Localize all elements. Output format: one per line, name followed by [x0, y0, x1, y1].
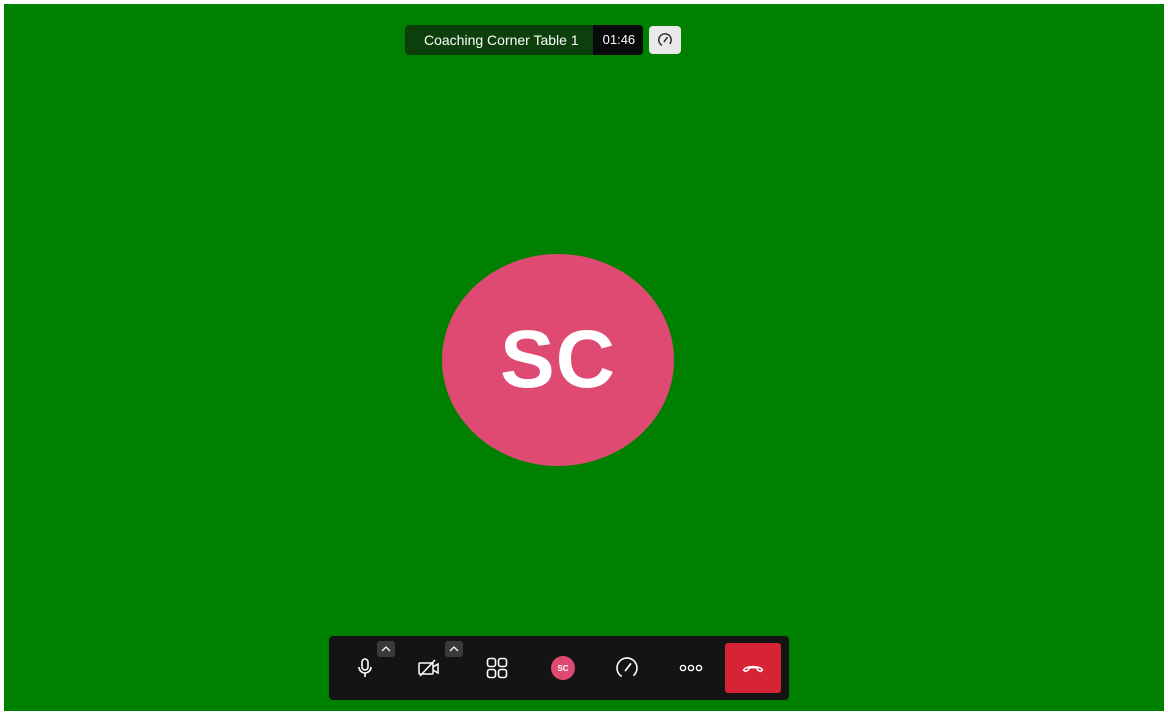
video-settings-caret[interactable]: [445, 641, 463, 657]
audio-settings-caret[interactable]: [377, 641, 395, 657]
self-avatar: SC: [551, 656, 575, 680]
chevron-up-icon: [449, 646, 459, 652]
speedometer-icon: [616, 657, 638, 679]
microphone-icon: [358, 658, 372, 677]
tile-view-icon: [486, 657, 508, 679]
meeting-name: Coaching Corner Table 1: [424, 32, 579, 48]
performance-settings-button[interactable]: [603, 644, 651, 692]
tile-view-button[interactable]: [473, 644, 521, 692]
connection-quality-button[interactable]: [649, 26, 682, 54]
more-options-icon: [679, 664, 703, 672]
self-avatar-initials: SC: [557, 663, 569, 673]
participant-avatar: SC: [442, 254, 674, 466]
profile-button[interactable]: SC: [539, 644, 587, 692]
meeting-info: Coaching Corner Table 1 01:46: [405, 25, 644, 55]
leave-meeting-button[interactable]: [725, 643, 781, 693]
more-options-button[interactable]: [667, 644, 715, 692]
call-toolbar: SC: [329, 636, 789, 700]
meeting-header: Coaching Corner Table 1 01:46: [405, 25, 682, 55]
speedometer-icon: [658, 33, 673, 47]
camera-off-icon: [418, 659, 439, 677]
video-stage: Coaching Corner Table 1 01:46 SC SC: [4, 4, 1164, 711]
meeting-timer: 01:46: [592, 25, 644, 55]
participant-initials: SC: [500, 314, 616, 405]
chevron-up-icon: [381, 646, 391, 652]
hangup-icon: [742, 665, 764, 673]
